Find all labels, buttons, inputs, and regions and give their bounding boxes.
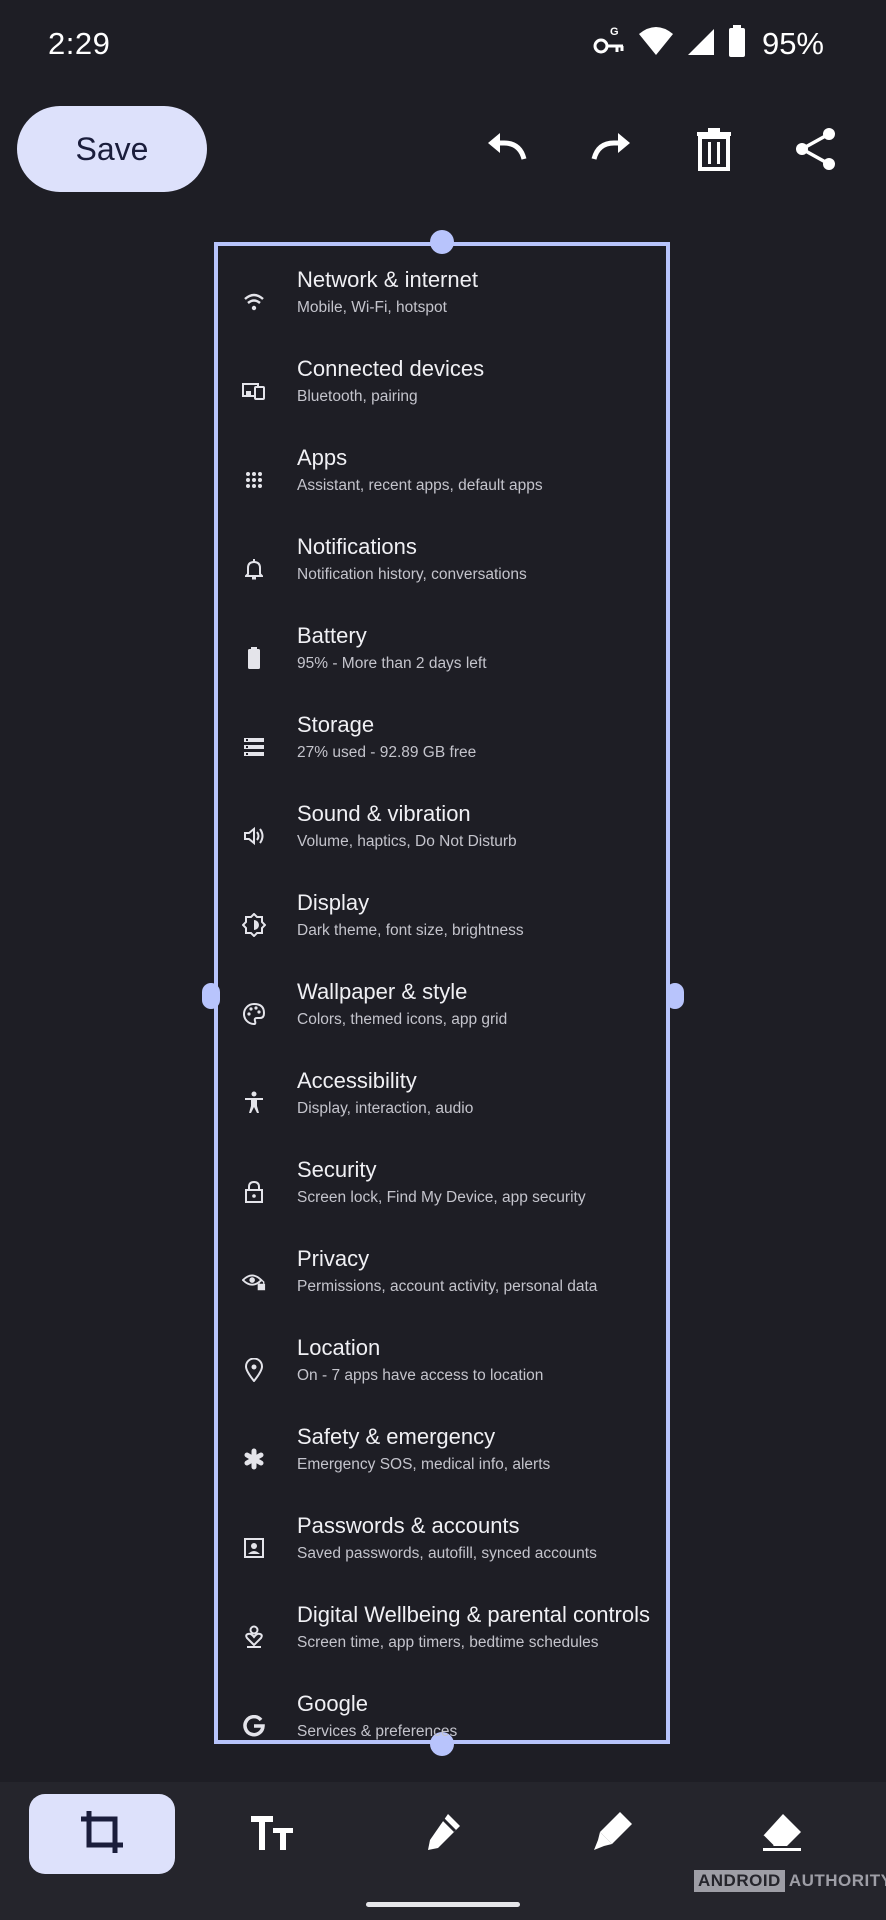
settings-list: Network & internet Mobile, Wi-Fi, hotspo… [218,246,666,1740]
bottom-toolbar [0,1782,886,1920]
account-box-icon [242,1536,266,1560]
crop-handle-right[interactable] [666,983,684,1009]
signal-icon [686,26,716,61]
list-item-display: Display Dark theme, font size, brightnes… [218,890,666,979]
svg-text:G: G [610,26,619,38]
gesture-nav-bar[interactable] [366,1902,520,1907]
save-button[interactable]: Save [17,106,207,192]
list-item-privacy: Privacy Permissions, account activity, p… [218,1246,666,1335]
watermark: ANDROID AUTHORITY [694,1870,886,1892]
list-item-connected-devices: Connected devices Bluetooth, pairing [218,356,666,445]
delete-icon[interactable] [689,124,739,174]
undo-icon[interactable] [483,124,533,174]
share-icon[interactable] [791,124,841,174]
lock-icon [242,1180,266,1204]
bell-icon [242,557,266,581]
text-tool-button[interactable] [199,1794,345,1874]
vpn-key-icon: G [592,24,626,63]
editor-toolbar: Save [0,106,886,192]
pen-icon [420,1810,464,1859]
list-item-safety: Safety & emergency Emergency SOS, medica… [218,1424,666,1513]
palette-icon [242,1002,266,1026]
devices-icon [242,379,266,403]
wifi-icon [242,290,266,314]
list-item-google: Google Services & preferences [218,1691,666,1740]
crop-icon [79,1809,125,1860]
brightness-icon [242,913,266,937]
highlighter-icon [590,1810,634,1859]
list-item-sound: Sound & vibration Volume, haptics, Do No… [218,801,666,890]
eraser-icon [759,1812,805,1857]
status-bar: 2:29 G 95% [0,0,886,88]
pen-tool-button[interactable] [369,1794,515,1874]
list-item-accessibility: Accessibility Display, interaction, audi… [218,1068,666,1157]
location-pin-icon [242,1358,266,1382]
battery-icon [242,646,266,670]
list-item-passwords: Passwords & accounts Saved passwords, au… [218,1513,666,1602]
crop-tool-button[interactable] [29,1794,175,1874]
storage-icon [242,735,266,759]
apps-grid-icon [242,468,266,492]
highlighter-tool-button[interactable] [539,1794,685,1874]
list-item-network: Network & internet Mobile, Wi-Fi, hotspo… [218,267,666,356]
eraser-tool-button[interactable] [709,1794,855,1874]
speaker-icon [242,824,266,848]
battery-percent: 95% [761,25,824,61]
google-g-icon [242,1714,266,1738]
list-item-wallpaper: Wallpaper & style Colors, themed icons, … [218,979,666,1068]
list-item-notifications: Notifications Notification history, conv… [218,534,666,623]
list-item-storage: Storage 27% used - 92.89 GB free [218,712,666,801]
wifi-icon [638,26,674,61]
text-icon [249,1812,295,1857]
list-item-security: Security Screen lock, Find My Device, ap… [218,1157,666,1246]
list-item-location: Location On - 7 apps have access to loca… [218,1335,666,1424]
list-item-battery: Battery 95% - More than 2 days left [218,623,666,712]
list-item-apps: Apps Assistant, recent apps, default app… [218,445,666,534]
accessibility-icon [242,1091,266,1115]
wellbeing-icon [242,1625,266,1649]
list-item-digital-wellbeing: Digital Wellbeing & parental controls Sc… [218,1602,666,1691]
system-icons: G 95% [592,24,824,63]
redo-icon[interactable] [585,124,635,174]
clock: 2:29 [48,26,111,61]
asterisk-icon [242,1447,266,1471]
privacy-eye-icon [242,1269,266,1293]
battery-icon [728,25,746,62]
